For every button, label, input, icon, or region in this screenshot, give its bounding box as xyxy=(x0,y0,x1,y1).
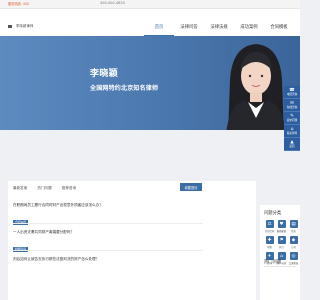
float-contact-lawyer[interactable]: ⌂ 联系律师 xyxy=(284,125,300,138)
nav-home[interactable]: 首页 xyxy=(144,18,174,36)
target-icon: ◎ xyxy=(289,252,298,260)
nav-legal-qa[interactable]: 法律问答 xyxy=(174,18,204,36)
lawyer-slogan: 全国网特约北京知名律师 xyxy=(90,85,159,92)
float-back-to-top[interactable]: ▲ 返回 xyxy=(284,138,300,151)
lawyer-name: 李晓颖 xyxy=(90,69,119,79)
hero-banner: 李晓颖 全国网特约北京知名律师 xyxy=(0,36,300,130)
logo-text: 李晓颖律师 xyxy=(16,24,34,28)
float-item-label: 联系律师 xyxy=(286,132,298,135)
category-label: 公司 xyxy=(291,246,296,249)
tab-recommended[interactable]: 推荐咨询 xyxy=(62,186,76,191)
site-header: 李晓颖律师 首页 法律问答 法律法规 成功案例 合同模板 xyxy=(0,9,300,36)
question-title[interactable]: 在职期间员工履行合同时财产出现意外损害应该怎么办？ xyxy=(13,203,203,208)
category-title: 问题分类 xyxy=(264,211,282,216)
site-logo[interactable]: 李晓颖律师 xyxy=(8,23,33,28)
heart-icon: ♥ xyxy=(277,220,286,228)
category-label: 刑事 xyxy=(267,246,272,249)
logo-icon xyxy=(8,24,12,28)
category-labor-contract[interactable]: ⚖ 劳动合同 xyxy=(264,220,275,233)
category-label: 债务 xyxy=(291,230,296,233)
float-item-label: 提交问题 xyxy=(286,119,298,122)
hotline-label: 服务热线: 400 xyxy=(8,2,29,6)
cross-icon: ✚ xyxy=(265,236,274,244)
category-label: 婚姻家庭 xyxy=(276,230,287,233)
category-criminal[interactable]: ✚ 刑事 xyxy=(264,236,275,249)
lawyer-portrait xyxy=(226,44,286,130)
category-traffic-accident[interactable]: ◎ 交通事故 xyxy=(288,252,299,265)
category-company[interactable]: ◆ 公司 xyxy=(288,236,299,249)
ledger-icon: ▤ xyxy=(289,220,298,228)
ask-question-label: 我要提问 xyxy=(184,185,198,190)
ask-question-button[interactable]: 我要提问 xyxy=(180,183,202,191)
float-online-consult[interactable]: ✉ 在线咨询 xyxy=(284,99,300,112)
hot-questions-title: 热门问题 xyxy=(264,260,282,265)
scales-icon: ⚖ xyxy=(265,220,274,228)
category-label: 交通事故 xyxy=(288,262,299,265)
category-marriage-family[interactable]: ♥ 婚姻家庭 xyxy=(276,220,287,233)
category-sidebar: 问题分类 ⚖ 劳动合同 ♥ 婚姻家庭 ▤ 债务 ✚ 刑事 ⚑ 执行 ◆ 公司 ✈… xyxy=(260,205,300,300)
float-item-label: 电话咨询 xyxy=(286,93,298,96)
category-label: 劳动合同 xyxy=(264,230,275,233)
qa-panel: 最新答案 热门问题 推荐咨询 我要提问 在职期间员工履行合同时财产出现意外损害应… xyxy=(8,181,256,300)
float-item-label: 返回 xyxy=(289,145,295,148)
divider xyxy=(13,250,203,251)
question-title[interactable]: 判后如何让被告去执行那些法庭判决的财产怎么处理？ xyxy=(13,257,203,262)
question-item[interactable]: 判后如何让被告去执行那些法庭判决的财产怎么处理？ xyxy=(13,257,203,262)
nav-contract-templates[interactable]: 合同模板 xyxy=(264,18,294,36)
float-item-label: 在线咨询 xyxy=(286,106,298,109)
nav-laws[interactable]: 法律法规 xyxy=(204,18,234,36)
divider xyxy=(13,223,203,224)
main-nav: 首页 法律问答 法律法规 成功案例 合同模板 xyxy=(144,18,294,36)
question-title[interactable]: 一人出资夫妻共同财产离婚要分配吗？ xyxy=(13,230,203,235)
category-label: 执行 xyxy=(279,246,284,249)
floating-contact-bar: ☎ 电话咨询 ✉ 在线咨询 ✎ 提交问题 ⌂ 联系律师 ▲ 返回 xyxy=(284,86,300,151)
nav-cases[interactable]: 成功案例 xyxy=(234,18,264,36)
float-phone-consult[interactable]: ☎ 电话咨询 xyxy=(284,86,300,99)
qa-tabs: 最新答案 热门问题 推荐咨询 xyxy=(13,186,86,191)
float-submit-question[interactable]: ✎ 提交问题 xyxy=(284,112,300,125)
tab-latest-answers[interactable]: 最新答案 xyxy=(13,186,27,191)
tab-hot-questions[interactable]: 热门问题 xyxy=(37,186,51,191)
flag-icon: ⚑ xyxy=(277,236,286,244)
category-debt[interactable]: ▤ 债务 xyxy=(288,220,299,233)
diamond-icon: ◆ xyxy=(289,236,298,244)
category-enforcement[interactable]: ⚑ 执行 xyxy=(276,236,287,249)
hotline-phone[interactable]: 400-000-4620 xyxy=(100,1,125,5)
top-info-bar: 服务热线: 400 400-000-4620 xyxy=(0,0,300,9)
divider xyxy=(264,266,296,267)
